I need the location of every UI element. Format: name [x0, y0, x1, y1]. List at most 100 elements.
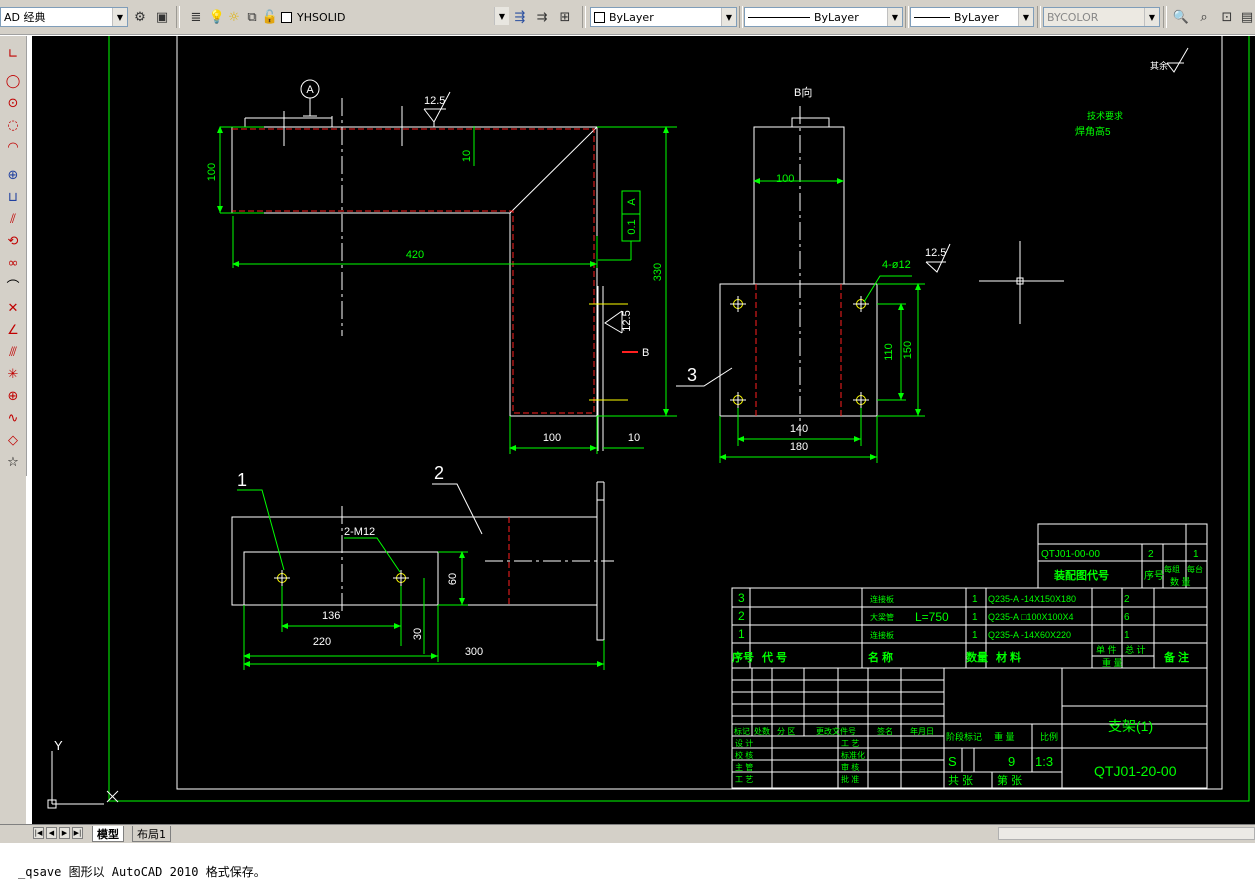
lightbulb-icon[interactable]: 💡	[208, 8, 226, 26]
polyarc-icon[interactable]: ⌒	[3, 275, 23, 295]
line-icon[interactable]: ∠	[3, 320, 23, 340]
general-roughness-label: 其余	[1150, 60, 1168, 71]
dim-100-view-b: 100	[776, 173, 794, 185]
layer-state-icon[interactable]: ⊞	[556, 8, 574, 26]
horizontal-scrollbar[interactable]	[998, 827, 1255, 840]
trim-icon[interactable]: ✕	[3, 298, 23, 318]
assembly-seq: 2	[1148, 549, 1154, 560]
drawing-area[interactable]: A 12.5 100 10 0.1 A 420 330 12.5 B 100 1…	[32, 36, 1255, 824]
workspace-toolbar-icon[interactable]: ▣	[153, 8, 171, 26]
bom-row-2-name: 大梁管	[870, 612, 894, 622]
drawing-canvas[interactable]: A 12.5 100 10 0.1 A 420 330 12.5 B 100 1…	[32, 36, 1255, 824]
last-tab-icon[interactable]: ▶|	[72, 827, 83, 839]
bom-row-1-qty: 1	[972, 630, 978, 641]
roughness-side-label: 12.5	[621, 310, 633, 331]
view-b-title: B向	[794, 85, 812, 99]
sun-icon[interactable]: ☼	[225, 8, 243, 26]
col-name: 名 称	[868, 650, 893, 664]
block-insert-icon[interactable]: ⊕	[3, 165, 23, 185]
first-tab-icon[interactable]: |◀	[33, 827, 44, 839]
dim-30: 30	[412, 628, 424, 640]
hatch-icon[interactable]: ⫽	[3, 209, 23, 229]
color-dropdown[interactable]: ByLayer ▼	[590, 7, 737, 27]
part-2-label: 2	[434, 463, 444, 483]
chevron-down-icon[interactable]: ▼	[721, 8, 736, 26]
sheets-total: 共 张	[948, 774, 973, 787]
viewport-freeze-icon[interactable]: ⧉	[243, 8, 261, 26]
scale-value: 1:3	[1035, 754, 1053, 769]
toolbar-separator	[739, 6, 743, 28]
chevron-down-icon[interactable]: ▼	[887, 8, 902, 26]
part-title: 支架(1)	[1108, 718, 1153, 734]
block-make-icon[interactable]: ⊔	[3, 187, 23, 207]
zoom-realtime-icon[interactable]: ⌕	[1195, 8, 1213, 26]
craft-label: 工 艺	[841, 739, 859, 748]
plotstyle-dropdown[interactable]: BYCOLOR ▼	[1043, 7, 1160, 27]
left-dock	[0, 476, 26, 826]
dim-150: 150	[902, 341, 914, 359]
offset-icon[interactable]: ⟲	[3, 231, 23, 251]
color-swatch	[594, 11, 605, 23]
layer-previous-icon[interactable]: ⇉	[533, 8, 551, 26]
arc-icon[interactable]: ◌	[3, 115, 23, 135]
star-icon[interactable]: ☆	[3, 452, 23, 472]
snap-center-icon[interactable]: ⊕	[3, 386, 23, 406]
b-arrow-label: B	[642, 347, 649, 359]
rev-count: 处数	[754, 726, 770, 736]
roughness-top-label: 12.5	[424, 95, 445, 107]
chevron-down-icon[interactable]: ▼	[112, 8, 127, 26]
weight-label: 重 量	[994, 731, 1015, 742]
arc-3point-icon[interactable]: ◠	[3, 137, 23, 157]
next-tab-icon[interactable]: ▶	[59, 827, 70, 839]
dim-10-top: 10	[461, 150, 473, 162]
layout-tabs-bar: |◀ ◀ ▶ ▶| 模型 布局1	[0, 824, 1255, 843]
polygon-icon[interactable]: ◇	[3, 430, 23, 450]
rev-change: 更改文件号	[816, 726, 856, 736]
chain-icon[interactable]: ∞	[3, 253, 23, 273]
layer-dropdown[interactable]: YHSOLID ▼	[278, 7, 509, 27]
dim-100-left: 100	[206, 163, 218, 181]
col-weight: 重 量	[1102, 657, 1123, 668]
color-value: ByLayer	[609, 10, 654, 24]
zoom-previous-icon[interactable]: ⊡	[1218, 8, 1236, 26]
tab-layout1[interactable]: 布局1	[132, 826, 171, 842]
bom-row-3-seq: 3	[738, 591, 745, 605]
explode-icon[interactable]: ✳	[3, 364, 23, 384]
make-current-layer-icon[interactable]: ⇶	[511, 8, 529, 26]
bom-row-3-name: 连接板	[870, 594, 894, 604]
multiline-icon[interactable]: ⫻	[3, 342, 23, 362]
tab-model[interactable]: 模型	[92, 826, 124, 842]
toolbar-separator	[905, 6, 909, 28]
workspace-dropdown[interactable]: AD 经典 ▼	[0, 7, 128, 27]
unlock-icon[interactable]: 🔓	[261, 8, 279, 26]
bom-row-2-weight: 6	[1124, 612, 1130, 623]
datum-a-label: A	[306, 84, 314, 96]
toolbar-separator	[1037, 6, 1041, 28]
dim-136: 136	[322, 610, 340, 622]
chevron-down-icon[interactable]: ▼	[1018, 8, 1033, 26]
bom-row-2-material: Q235-A □100X100X4	[988, 612, 1074, 622]
gear-icon[interactable]: ⚙	[131, 8, 149, 26]
layer-manager-icon[interactable]: ≣	[187, 8, 205, 26]
ucs-icon[interactable]: ∟	[3, 44, 23, 64]
zoom-window-icon[interactable]: 🔍	[1172, 8, 1190, 26]
command-line[interactable]: _qsave 图形以 AutoCAD 2010 格式保存。	[0, 843, 1255, 879]
properties-icon[interactable]: ▤	[1238, 8, 1255, 26]
tolerance-datum: A	[626, 198, 638, 206]
dim-10-bottom: 10	[628, 432, 640, 444]
weight-value: 9	[1008, 754, 1015, 769]
layer-color-swatch	[281, 11, 292, 23]
prev-tab-icon[interactable]: ◀	[46, 827, 57, 839]
col-unit-weight: 单 件	[1096, 644, 1117, 655]
chevron-down-icon[interactable]: ▼	[494, 7, 509, 25]
chevron-down-icon[interactable]: ▼	[1144, 8, 1159, 26]
linetype-dropdown[interactable]: ByLayer ▼	[744, 7, 903, 27]
lineweight-dropdown[interactable]: ByLayer ▼	[910, 7, 1034, 27]
qty-header: 数 量	[1170, 576, 1191, 587]
hole-note: 4-ø12	[882, 259, 911, 271]
circle-icon[interactable]: ◯	[3, 71, 23, 91]
stage-value: S	[948, 754, 957, 769]
dim-60: 60	[447, 573, 459, 585]
circle-center-icon[interactable]: ⊙	[3, 93, 23, 113]
spline-icon[interactable]: ∿	[3, 408, 23, 428]
